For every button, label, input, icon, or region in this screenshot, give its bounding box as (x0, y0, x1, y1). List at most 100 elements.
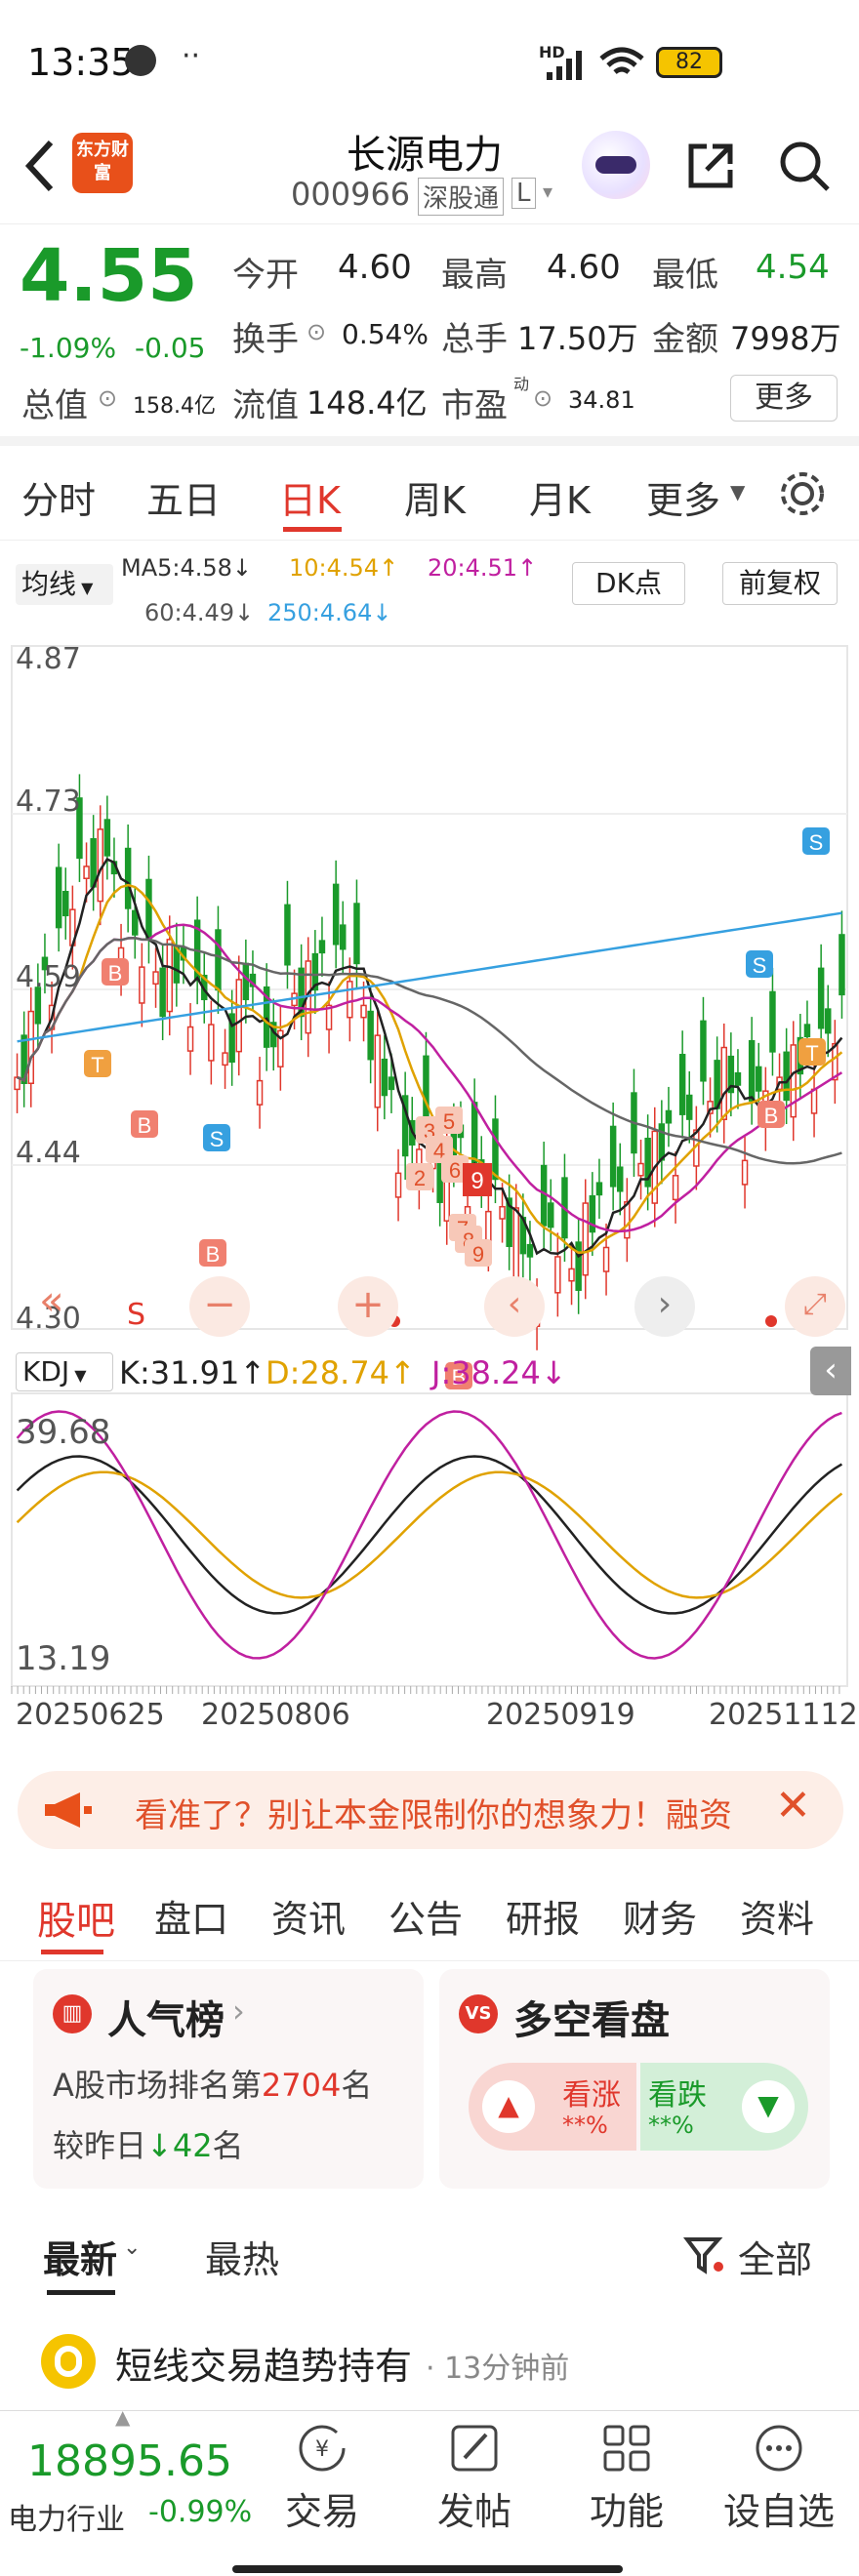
zoom-out-icon[interactable]: − (189, 1276, 250, 1337)
tab-weekly-k[interactable]: 周K (404, 470, 466, 524)
info-icon[interactable]: ⊙ (98, 384, 117, 412)
bear-button[interactable]: 看跌 **% ▼ (640, 2063, 808, 2151)
sell-signal-toggle[interactable]: S (127, 1298, 145, 1332)
tab-five-day[interactable]: 五日 (146, 470, 221, 524)
candle-body (55, 866, 62, 929)
candle-body (27, 1010, 34, 1084)
scroll-right-icon[interactable]: › (634, 1276, 695, 1337)
candle-body (803, 1024, 811, 1038)
candle-body (347, 981, 353, 1019)
tab-order-book[interactable]: 盘口 (154, 1889, 228, 1943)
index-value[interactable]: 18895.65 (27, 2436, 232, 2486)
kline-svg: BSBTBSBSTB234567899 (11, 645, 848, 1694)
functions-button[interactable]: 功能 (568, 2421, 685, 2535)
add-watchlist-button[interactable]: 设自选 (720, 2421, 838, 2535)
arrow-down-icon: ↓ (146, 2127, 173, 2164)
signal-label: S (210, 1127, 225, 1151)
candle-body (186, 1026, 194, 1052)
pe-label: 市盈 (441, 386, 508, 425)
candle-body (492, 1118, 499, 1181)
info-icon[interactable]: ⊙ (307, 318, 326, 345)
promo-banner[interactable]: 看准了？别让本金限制你的想象力！融资 ✕ (18, 1771, 843, 1849)
collapse-panel-icon[interactable]: ‹ (810, 1347, 851, 1395)
signal-label: B (108, 961, 123, 986)
popularity-card[interactable]: ▥ 人气榜 › A股市场排名第2704名 较昨日↓42名 (33, 1969, 424, 2189)
candle-body (159, 967, 166, 1018)
tab-intraday[interactable]: 分时 (21, 470, 96, 524)
search-icon[interactable] (777, 139, 834, 195)
sequence-number: 5 (443, 1109, 455, 1134)
avatar[interactable] (41, 2334, 96, 2389)
tab-profile[interactable]: 资料 (740, 1889, 814, 1943)
robot-assistant-icon[interactable] (582, 131, 650, 199)
candle-body (394, 1172, 402, 1198)
info-icon[interactable]: ⊙ (533, 384, 552, 412)
close-icon[interactable]: ✕ (775, 1781, 811, 1831)
index-change: -0.99% (148, 2495, 253, 2529)
post-button[interactable]: 发帖 (416, 2421, 533, 2535)
candle-body (235, 979, 242, 1053)
kdj-select[interactable]: KDJ ▼ (16, 1352, 113, 1391)
candle-body (672, 1175, 679, 1201)
tab-announcements[interactable]: 公告 (389, 1889, 463, 1943)
sort-hot[interactable]: 最热 (205, 2230, 279, 2283)
fullscreen-icon[interactable]: ⤢ (785, 1276, 845, 1337)
trade-button[interactable]: ¥ 交易 (264, 2421, 381, 2535)
filter-icon[interactable] (683, 2234, 726, 2276)
price-adjust-button[interactable]: 前复权 (722, 562, 838, 605)
high-label: 最高 (441, 256, 508, 295)
double-left-icon[interactable]: « (39, 1276, 64, 1324)
mktcap-value: 158.4亿 (133, 394, 216, 419)
zoom-in-icon[interactable]: + (338, 1276, 398, 1337)
ma5-value: MA5:4.58↓ (121, 554, 253, 582)
candle-body (602, 1246, 610, 1272)
candle-body (208, 1024, 215, 1062)
post-item[interactable]: 短线交易趋势持有 · 13分钟前 (0, 2322, 859, 2400)
add-watchlist-label: 设自选 (722, 2490, 835, 2533)
arrow-up-icon: ▲ (482, 2080, 535, 2133)
candle-body (595, 1182, 603, 1196)
candle-body (665, 1109, 673, 1124)
tab-monthly-k[interactable]: 月K (529, 470, 591, 524)
post-author[interactable]: 短线交易趋势持有 (115, 2336, 412, 2390)
tab-daily-k[interactable]: 日K (279, 470, 341, 524)
candle-body (470, 1102, 478, 1164)
candle-body (124, 847, 132, 909)
sequence-number: 2 (414, 1166, 426, 1190)
chevron-up-icon[interactable]: ▲ (115, 2405, 130, 2429)
signal-label: B (764, 1104, 779, 1128)
index-name[interactable]: 电力行业 (8, 2495, 125, 2538)
chevron-down-icon[interactable]: ▼ (730, 480, 745, 503)
back-icon[interactable] (21, 137, 61, 195)
tab-research[interactable]: 研报 (506, 1889, 580, 1943)
stock-header: 东方财富 长源电力 000966 深股通 L ▾ (0, 117, 859, 224)
y-tick-label: 4.44 (16, 1136, 81, 1170)
scroll-left-icon[interactable]: ‹ (484, 1276, 545, 1337)
share-icon[interactable] (683, 139, 738, 193)
sentiment-card[interactable]: VS 多空看盘 ▲ 看涨 **% 看跌 **% ▼ (439, 1969, 830, 2189)
kline-chart[interactable]: BSBTBSBSTB234567899 4.87 4.73 4.59 4.44 … (0, 642, 859, 1754)
bull-button[interactable]: ▲ 看涨 **% (469, 2063, 636, 2151)
app-logo[interactable]: 东方财富 (72, 133, 133, 193)
vs-icon: VS (459, 1994, 498, 2033)
sort-latest[interactable]: 最新 (43, 2230, 117, 2283)
candle-body (526, 1243, 534, 1258)
candle-body (575, 1241, 582, 1291)
candle-body (367, 1010, 374, 1061)
kdj-select-label: KDJ (22, 1355, 70, 1388)
chevron-down-icon[interactable]: ▾ (543, 180, 552, 203)
bull-value: **% (562, 2112, 608, 2139)
ma60-value: 60:4.49↓ (144, 599, 255, 626)
filter-all[interactable]: 全部 (738, 2230, 812, 2283)
post-time-value: 13分钟前 (444, 2352, 570, 2386)
tab-more[interactable]: 更多 (646, 470, 720, 524)
tab-news[interactable]: 资讯 (271, 1889, 346, 1943)
tab-financials[interactable]: 财务 (623, 1889, 697, 1943)
kdj-y-tick: 39.68 (16, 1413, 111, 1452)
dk-point-button[interactable]: DK点 (572, 562, 685, 605)
chevron-down-icon[interactable]: ⌄ (123, 2235, 141, 2260)
tab-forum[interactable]: 股吧 (37, 1889, 115, 1946)
settings-gear-icon[interactable] (777, 468, 828, 519)
ma-select[interactable]: 均线 ▼ (16, 564, 113, 605)
more-button[interactable]: 更多 (730, 375, 838, 422)
